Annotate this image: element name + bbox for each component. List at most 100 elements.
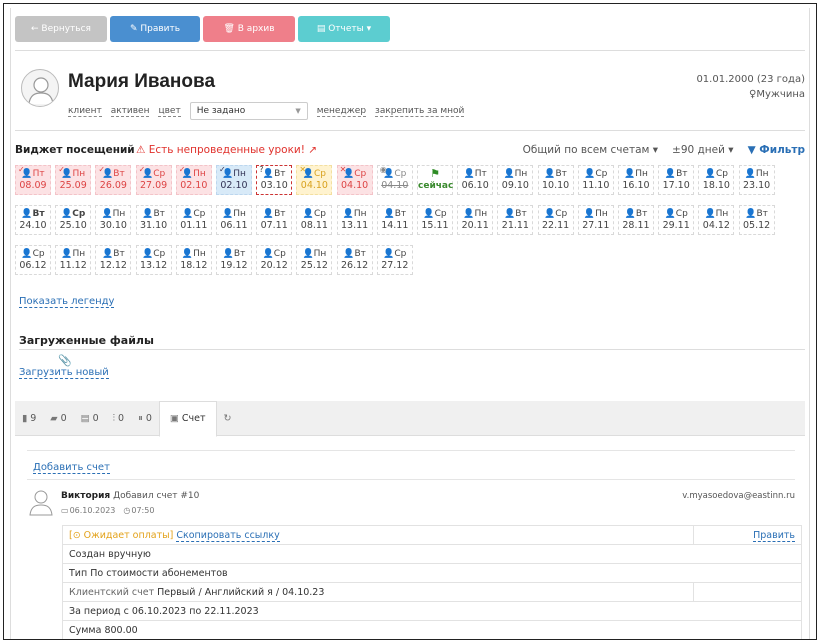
visit-mark-icon: ✕ xyxy=(339,165,347,174)
profile-actions: клиент активен цвет Не задано ▼ менеджер… xyxy=(68,102,465,120)
visit-cell[interactable]: ✓ 👤Вт 26.09 xyxy=(95,165,132,195)
tab[interactable]: ▤ 0 xyxy=(74,401,106,436)
reports-button[interactable]: ▤ Отчеты ▾ xyxy=(298,16,390,42)
visit-day: 👤Вт xyxy=(222,249,246,259)
visit-cell[interactable]: 👤Вт 19.12 xyxy=(216,245,252,275)
edit-button[interactable]: ✎ Править xyxy=(110,16,200,42)
visit-cell[interactable]: 👤Пн 11.12 xyxy=(55,245,92,275)
visit-day: ⚑ xyxy=(430,167,440,180)
visit-cell[interactable]: 👤Ср 13.12 xyxy=(135,245,172,275)
status-active-link[interactable]: активен xyxy=(110,106,150,117)
unconducted-alert[interactable]: ⚠ Есть непроведенные уроки! ↗ xyxy=(136,144,317,156)
period-cell: За период с 06.10.2023 по 22.11.2023 xyxy=(62,601,802,621)
visit-date: 12.12 xyxy=(99,260,127,271)
copy-link[interactable]: Скопировать ссылку xyxy=(176,529,280,542)
visit-cell[interactable]: 👤Ср 06.12 xyxy=(15,245,51,275)
visit-cell[interactable]: 👤Пн 20.11 xyxy=(457,205,494,235)
manager-link[interactable]: менеджер xyxy=(316,106,367,117)
upload-new-link[interactable]: Загрузить новый xyxy=(19,367,109,379)
visit-cell[interactable]: 👤Пн 23.10 xyxy=(738,165,775,195)
tab[interactable]: ⏸ 0 xyxy=(131,401,159,436)
visit-date: 08.11 xyxy=(300,220,328,231)
visit-cell[interactable]: ✓ 👤Пн 02.10 xyxy=(175,165,212,195)
visit-cell[interactable]: 👤Вт 26.12 xyxy=(336,245,373,275)
visit-date: 15.11 xyxy=(421,220,449,231)
visit-cell[interactable]: ✓ 👤Пн 25.09 xyxy=(55,165,92,195)
visit-cell[interactable]: 👤Ср 11.10 xyxy=(577,165,614,195)
visit-cell[interactable]: ✓ 👤Пн 02.10 xyxy=(216,165,252,195)
visit-cell[interactable]: 👤Пн 13.11 xyxy=(336,205,373,235)
archive-button[interactable]: 🗑 В архив xyxy=(203,16,295,42)
visit-cell[interactable]: 👤Вт 14.11 xyxy=(376,205,413,235)
sum-value: 800.00 xyxy=(104,624,138,636)
tab-icon: ▤ xyxy=(80,412,90,424)
visit-cell[interactable]: 👤Вт 10.10 xyxy=(537,165,574,195)
assign-to-me-link[interactable]: закрепить за мной xyxy=(375,106,465,117)
tab[interactable]: ▰ 0 xyxy=(43,401,73,436)
edit-cell: Править xyxy=(693,525,802,545)
visit-cell[interactable]: 👤Пн 30.10 xyxy=(95,205,132,235)
clock-icon: ◷ xyxy=(123,506,131,515)
color-select[interactable]: Не задано ▼ xyxy=(189,102,308,120)
back-button[interactable]: ← Вернуться xyxy=(15,16,107,42)
visit-date: 14.11 xyxy=(381,220,409,231)
visit-cell[interactable]: 👤Пн 27.11 xyxy=(577,205,614,235)
tab-icon: ⏸ xyxy=(138,412,143,424)
visit-cell[interactable]: 👤Вт 31.10 xyxy=(135,205,172,235)
visit-cell[interactable]: 👤Ср 15.11 xyxy=(417,205,453,235)
visit-cell[interactable]: 👤Ср 08.11 xyxy=(296,205,333,235)
tab[interactable]: ▣ Счет xyxy=(158,400,217,437)
visit-cell[interactable]: 👤Ср 22.11 xyxy=(537,205,574,235)
add-account-link[interactable]: Добавить счет xyxy=(33,462,110,474)
visit-cell[interactable]: 👤Ср 01.11 xyxy=(175,205,212,235)
show-legend-link[interactable]: Показать легенду xyxy=(19,296,115,308)
visit-date: 20.11 xyxy=(461,220,489,231)
visit-cell[interactable]: 👤Ср 25.10 xyxy=(55,205,92,235)
visit-day: 👤Пн xyxy=(342,209,367,219)
visit-cell[interactable]: ✕ 👤Ср 04.10 xyxy=(336,165,373,195)
edit-account-link[interactable]: Править xyxy=(753,529,795,542)
visit-cell[interactable]: 👤Пн 09.10 xyxy=(497,165,534,195)
tab[interactable]: ▮ 9 xyxy=(15,401,43,436)
visit-cell[interactable]: 👤Вт 28.11 xyxy=(618,205,654,235)
visit-cell[interactable]: 👤Вт 05.12 xyxy=(738,205,775,235)
visit-cell[interactable]: 👤Пн 25.12 xyxy=(296,245,333,275)
filter-button[interactable]: ▼ Фильтр xyxy=(748,144,805,156)
tab[interactable]: ⫶ 0 xyxy=(106,401,131,436)
visit-cell[interactable]: 👤Пн 18.12 xyxy=(175,245,212,275)
visit-cell[interactable]: 👤Вт 07.11 xyxy=(256,205,293,235)
visit-cell[interactable]: 👤Вт 12.12 xyxy=(95,245,132,275)
type-label: Тип xyxy=(69,567,88,579)
visit-cell[interactable]: 👤Пн 06.11 xyxy=(216,205,252,235)
visit-date: 25.10 xyxy=(59,220,87,231)
visit-cell[interactable]: 👤Пн 04.12 xyxy=(698,205,735,235)
visit-cell[interactable]: 👤Вт 17.10 xyxy=(658,165,695,195)
scope-dropdown[interactable]: Общий по всем счетам ▾ xyxy=(523,144,658,156)
visit-cell[interactable]: 👤Ср 27.12 xyxy=(376,245,413,275)
visit-day: 👤Пн xyxy=(61,249,86,259)
avatar xyxy=(21,69,59,107)
visit-date: 11.12 xyxy=(59,260,87,271)
visit-date: 25.09 xyxy=(59,180,87,191)
visit-cell[interactable]: ✕ 👤Ср 04.10 xyxy=(296,165,333,195)
status-client-link[interactable]: клиент xyxy=(68,106,102,117)
period-dropdown[interactable]: ±90 дней ▾ xyxy=(672,144,734,156)
visit-cell[interactable]: 👤Пн 16.10 xyxy=(618,165,654,195)
visit-cell[interactable]: ? 👤Вт 03.10 xyxy=(256,165,293,195)
visit-cell[interactable]: 👤Ср 18.10 xyxy=(698,165,735,195)
visit-cell[interactable]: ◉ 👤Ср 04.10 xyxy=(376,165,413,195)
visit-cell[interactable]: 👤Вт 21.11 xyxy=(497,205,534,235)
visit-cell[interactable]: ✓ 👤Пт 08.09 xyxy=(15,165,51,195)
visit-cell[interactable]: 👤Пт 06.10 xyxy=(457,165,494,195)
visit-mark-icon: ◉ xyxy=(379,165,387,174)
color-link[interactable]: цвет xyxy=(158,106,181,117)
tab[interactable]: ↻ xyxy=(217,401,242,436)
visit-day: 👤Вт xyxy=(624,209,648,219)
visit-day: 👤Пн xyxy=(583,209,608,219)
visit-cell[interactable]: ✓ 👤Ср 27.09 xyxy=(135,165,172,195)
visit-cell[interactable]: 👤Вт 24.10 xyxy=(15,205,51,235)
table-row: [⊙ Ожидает оплаты] Скопировать ссылку Пр… xyxy=(62,525,802,545)
visit-cell[interactable]: 👤Ср 20.12 xyxy=(256,245,293,275)
visit-cell[interactable]: ⚑ сейчас xyxy=(417,165,453,195)
visit-cell[interactable]: 👤Ср 29.11 xyxy=(658,205,695,235)
